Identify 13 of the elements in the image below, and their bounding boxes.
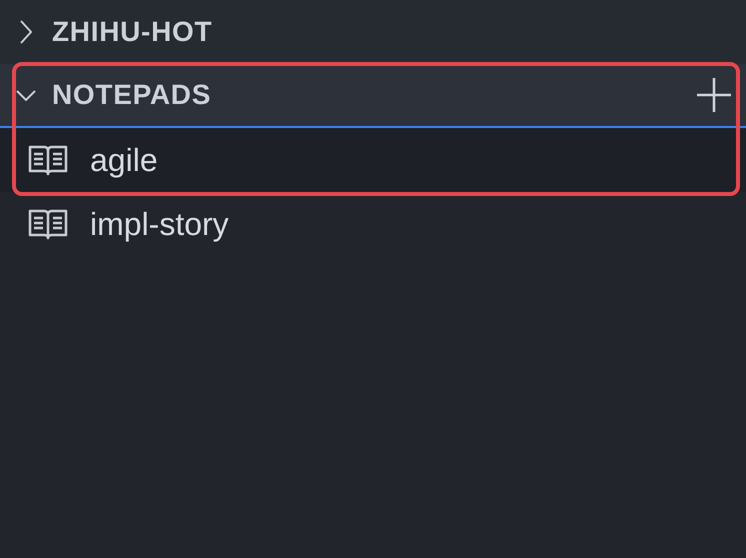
notepad-item[interactable]: impl-story (0, 192, 746, 256)
book-icon (28, 144, 68, 176)
item-label: impl-story (90, 205, 229, 244)
plus-icon[interactable] (696, 77, 732, 113)
section-title: ZHIHU-HOT (52, 15, 212, 49)
section-title: NOTEPADS (52, 78, 212, 112)
section-header[interactable]: ZHIHU-HOT (0, 0, 746, 64)
section-header[interactable]: NOTEPADS (0, 64, 746, 128)
item-label: agile (90, 141, 158, 180)
chevron-right-icon (19, 19, 33, 45)
chevron-down-icon (16, 89, 36, 101)
book-icon (28, 208, 68, 240)
notepad-item[interactable]: agile (0, 128, 746, 192)
